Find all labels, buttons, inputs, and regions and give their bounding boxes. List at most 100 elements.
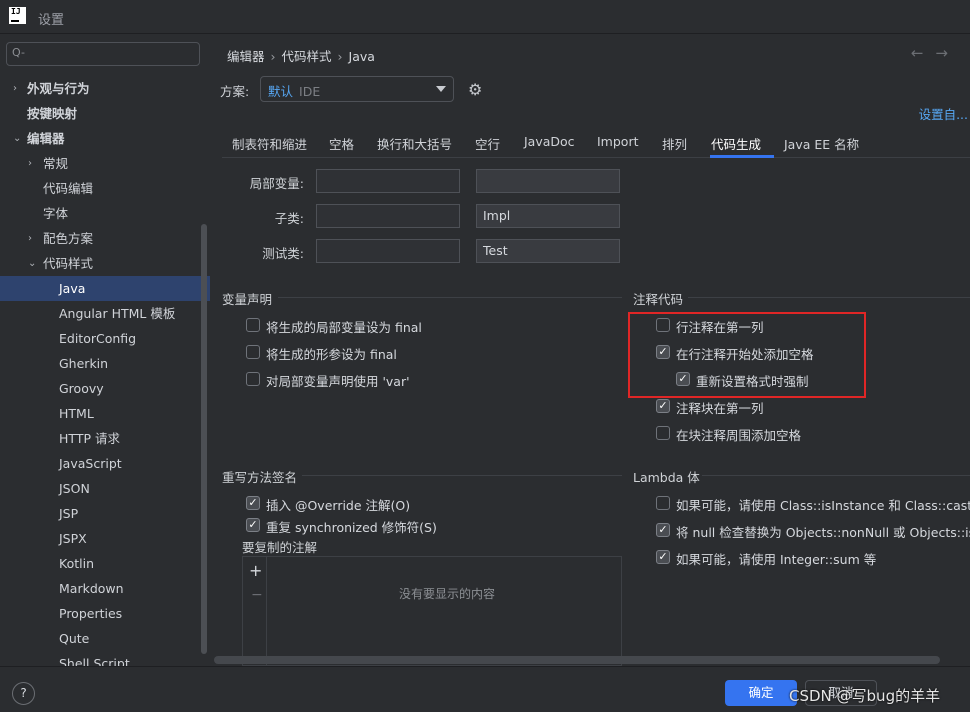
sidebar-item-label: JSP bbox=[59, 506, 79, 521]
breadcrumb-item[interactable]: 编辑器 bbox=[227, 49, 265, 64]
naming-prefix-field[interactable] bbox=[316, 239, 460, 263]
sidebar-item-label: HTML bbox=[59, 406, 94, 421]
breadcrumb-separator: › bbox=[270, 49, 276, 64]
back-arrow-icon[interactable]: ← bbox=[911, 44, 936, 62]
settings-sidebar: Q- › 外观与行为 按键映射 ⌄ 编辑器 › 常规 代码编辑 字体 › 配色方案 ⌄ 代码样式 Java… bbox=[0, 34, 210, 666]
tab-5[interactable]: Import bbox=[597, 134, 639, 149]
annotations-list[interactable]: + − 没有要显示的内容 bbox=[242, 556, 622, 667]
checkbox-unchecked-icon[interactable] bbox=[656, 426, 670, 440]
tab-8[interactable]: Java EE 名称 bbox=[784, 134, 859, 153]
checkbox-unchecked-icon[interactable] bbox=[246, 345, 260, 359]
tab-4[interactable]: JavaDoc bbox=[524, 134, 575, 149]
breadcrumb-item[interactable]: 代码样式 bbox=[282, 49, 332, 64]
sidebar-item[interactable]: Kotlin bbox=[0, 551, 210, 576]
sidebar-item[interactable]: › 外观与行为 bbox=[0, 76, 210, 101]
chevron-right-icon[interactable]: › bbox=[28, 151, 32, 176]
sidebar-item[interactable]: Java bbox=[0, 276, 210, 301]
chevron-right-icon[interactable]: › bbox=[28, 226, 32, 251]
sidebar-scrollbar[interactable] bbox=[201, 224, 207, 654]
help-button[interactable]: ? bbox=[12, 682, 35, 705]
sidebar-item-label: 代码样式 bbox=[43, 256, 94, 271]
sidebar-item[interactable]: 代码编辑 bbox=[0, 176, 210, 201]
sidebar-item-label: 配色方案 bbox=[43, 231, 94, 246]
checkbox-checked-icon[interactable]: ✓ bbox=[656, 550, 670, 564]
chevron-down-icon[interactable]: ⌄ bbox=[13, 126, 21, 151]
checkbox-unchecked-icon[interactable] bbox=[246, 318, 260, 332]
section-title-var-decl: 变量声明 bbox=[222, 292, 273, 307]
sidebar-item[interactable]: HTTP 请求 bbox=[0, 426, 210, 451]
sidebar-item[interactable]: Gherkin bbox=[0, 351, 210, 376]
search-icon: Q- bbox=[12, 46, 25, 59]
sidebar-item-label: Properties bbox=[59, 606, 123, 621]
sidebar-item-label: 常规 bbox=[43, 156, 69, 171]
sidebar-item-label: 外观与行为 bbox=[27, 81, 90, 96]
checkbox-label: 如果可能，请使用 Class::isInstance 和 Class::cast bbox=[676, 498, 970, 513]
sidebar-item[interactable]: 字体 bbox=[0, 201, 210, 226]
sidebar-item-label: JavaScript bbox=[59, 456, 122, 471]
remove-icon[interactable]: − bbox=[251, 587, 263, 603]
tab-1[interactable]: 空格 bbox=[329, 134, 354, 153]
section-title-override: 重写方法签名 bbox=[222, 470, 298, 485]
checkbox-unchecked-icon[interactable] bbox=[656, 496, 670, 510]
sidebar-item[interactable]: JSPX bbox=[0, 526, 210, 551]
sidebar-item[interactable]: JavaScript bbox=[0, 451, 210, 476]
checkbox-label: 将生成的局部变量设为 final bbox=[266, 320, 422, 335]
sidebar-item[interactable]: HTML bbox=[0, 401, 210, 426]
sidebar-item-label: Java bbox=[59, 281, 86, 296]
tab-2[interactable]: 换行和大括号 bbox=[377, 134, 452, 153]
sidebar-item[interactable]: Shell Script bbox=[0, 651, 210, 666]
chevron-down-icon[interactable]: ⌄ bbox=[28, 251, 36, 276]
set-from-link[interactable]: 设置自... bbox=[919, 104, 968, 123]
sidebar-item[interactable]: JSON bbox=[0, 476, 210, 501]
sidebar-item[interactable]: Markdown bbox=[0, 576, 210, 601]
sidebar-item-label: JSPX bbox=[59, 531, 87, 546]
sidebar-item-label: Gherkin bbox=[59, 356, 109, 371]
sidebar-item[interactable]: ⌄ 代码样式 bbox=[0, 251, 210, 276]
sidebar-item-label: 代码编辑 bbox=[43, 181, 94, 196]
tab-6[interactable]: 排列 bbox=[662, 134, 687, 153]
sidebar-item[interactable]: Angular HTML 模板 bbox=[0, 301, 210, 326]
scheme-dropdown[interactable]: 默认 IDE bbox=[260, 76, 454, 102]
sidebar-item[interactable]: › 常规 bbox=[0, 151, 210, 176]
scheme-label: 方案: bbox=[220, 84, 250, 99]
checkbox-unchecked-icon[interactable] bbox=[246, 372, 260, 386]
naming-suffix-field[interactable]: Test bbox=[476, 239, 620, 263]
divider bbox=[702, 475, 970, 476]
sidebar-item[interactable]: JSP bbox=[0, 501, 210, 526]
horizontal-scrollbar[interactable] bbox=[214, 656, 940, 664]
checkbox-checked-icon[interactable]: ✓ bbox=[246, 518, 260, 532]
sidebar-item[interactable]: EditorConfig bbox=[0, 326, 210, 351]
scheme-value: 默认 bbox=[268, 84, 294, 99]
chevron-right-icon[interactable]: › bbox=[13, 76, 17, 101]
tab-7[interactable]: 代码生成 bbox=[711, 134, 761, 153]
sidebar-item[interactable]: 按键映射 bbox=[0, 101, 210, 126]
tab-0[interactable]: 制表符和缩进 bbox=[232, 134, 307, 153]
checkbox-checked-icon[interactable]: ✓ bbox=[656, 523, 670, 537]
divider bbox=[302, 475, 622, 476]
naming-prefix-field[interactable] bbox=[316, 204, 460, 228]
checkbox-label: 如果可能，请使用 Integer::sum 等 bbox=[676, 552, 877, 567]
forward-arrow-icon[interactable]: → bbox=[935, 44, 960, 62]
sidebar-item[interactable]: ⌄ 编辑器 bbox=[0, 126, 210, 151]
add-icon[interactable]: + bbox=[249, 561, 262, 580]
checkbox-checked-icon[interactable]: ✓ bbox=[656, 399, 670, 413]
checkbox-checked-icon[interactable]: ✓ bbox=[246, 496, 260, 510]
naming-suffix-field[interactable]: Impl bbox=[476, 204, 620, 228]
sidebar-item[interactable]: Groovy bbox=[0, 376, 210, 401]
naming-suffix-field[interactable] bbox=[476, 169, 620, 193]
settings-search-input[interactable]: Q- bbox=[6, 42, 200, 66]
naming-prefix-field[interactable] bbox=[316, 169, 460, 193]
tab-3[interactable]: 空行 bbox=[475, 134, 500, 153]
ok-button[interactable]: 确定 bbox=[725, 680, 797, 706]
active-tab-indicator bbox=[710, 155, 774, 158]
gear-icon[interactable]: ⚙ bbox=[468, 80, 482, 99]
checkbox-label: 将 null 检查替换为 Objects::nonNull 或 Objects:… bbox=[676, 525, 970, 540]
sidebar-item-label: Shell Script bbox=[59, 656, 130, 666]
breadcrumb: 编辑器 › 代码样式 › Java bbox=[227, 46, 375, 65]
sidebar-item-label: 按键映射 bbox=[27, 106, 78, 121]
sidebar-item-label: 编辑器 bbox=[27, 131, 65, 146]
sidebar-item[interactable]: › 配色方案 bbox=[0, 226, 210, 251]
sidebar-item[interactable]: Qute bbox=[0, 626, 210, 651]
sidebar-item[interactable]: Properties bbox=[0, 601, 210, 626]
checkbox-label: 在块注释周围添加空格 bbox=[676, 428, 802, 443]
